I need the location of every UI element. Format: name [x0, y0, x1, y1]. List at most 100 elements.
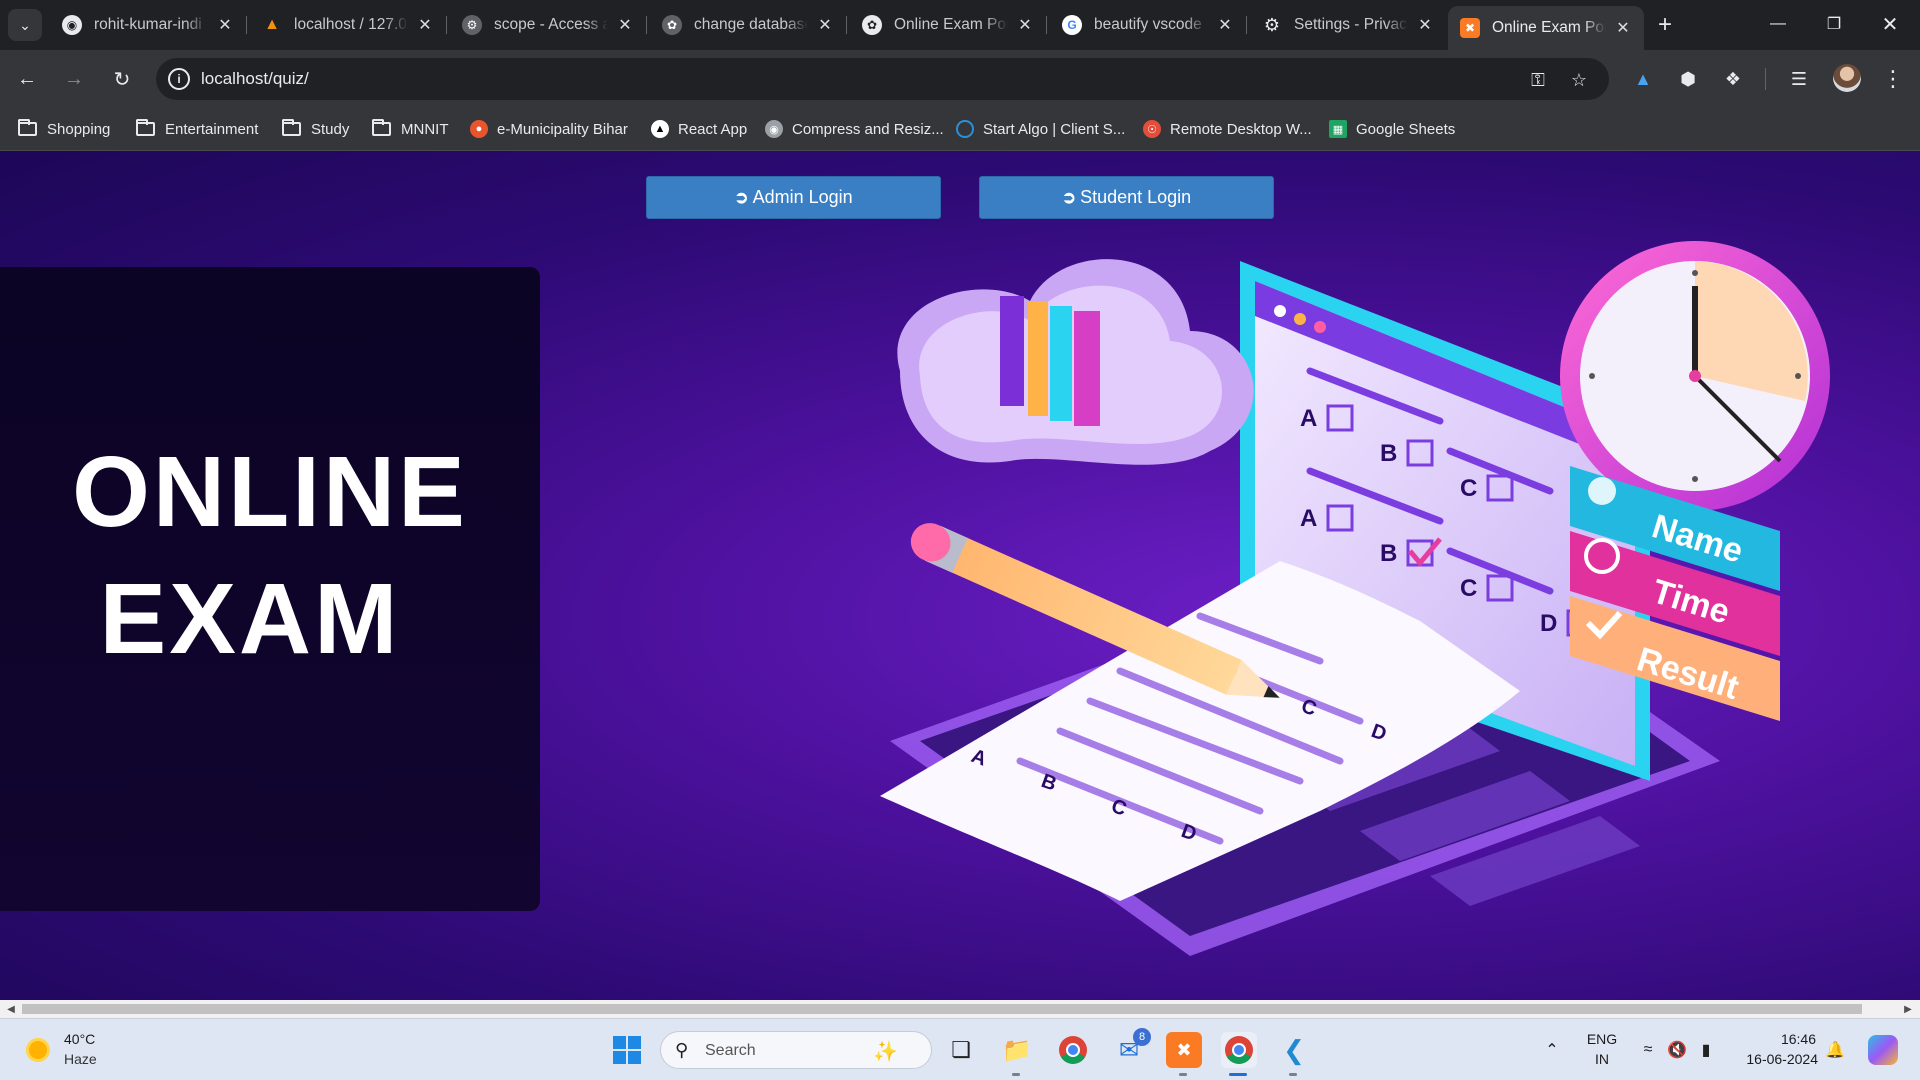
close-icon[interactable]: ✕	[1214, 14, 1236, 36]
site-info-icon[interactable]: i	[168, 68, 190, 90]
task-view-button[interactable]: ❏	[943, 1032, 979, 1068]
tab-settings-privacy[interactable]: ⚙ Settings - Privac ✕	[1250, 6, 1446, 44]
tab-online-exam-active[interactable]: ✖ Online Exam Por ✕	[1448, 6, 1644, 50]
forward-button[interactable]: →	[58, 63, 90, 95]
bookmark-google-sheets[interactable]: ▦ Google Sheets	[1329, 116, 1455, 142]
tab-strip: ⌄ ◉ rohit-kumar-indi ✕ ▲ localhost / 127…	[0, 0, 1920, 50]
reload-button[interactable]: ↻	[106, 63, 138, 95]
bookmark-remote-desktop[interactable]: ☉ Remote Desktop W...	[1143, 116, 1312, 142]
translate-extension-icon[interactable]: ▲	[1627, 63, 1659, 95]
tab-phpmyadmin[interactable]: ▲ localhost / 127.0 ✕	[250, 6, 447, 44]
show-hidden-icons-chevron-icon[interactable]: ⌃	[1541, 1039, 1563, 1061]
weather-temperature[interactable]: 40°C	[64, 1031, 95, 1047]
close-icon[interactable]: ✕	[1414, 14, 1436, 36]
bookmarks-bar: Shopping Entertainment Study MNNIT ● e-M…	[0, 108, 1920, 151]
svg-text:B: B	[1380, 540, 1397, 567]
folder-icon	[372, 119, 391, 136]
bookmark-study[interactable]: Study	[282, 116, 349, 142]
chrome-icon[interactable]	[1055, 1032, 1091, 1068]
new-tab-button[interactable]: +	[1650, 10, 1680, 40]
svg-text:A: A	[1300, 505, 1317, 532]
tab-scope[interactable]: ⚙ scope - Access a ✕	[450, 6, 647, 44]
scroll-right-arrow-icon[interactable]: ▶	[1900, 1002, 1916, 1016]
url-text[interactable]: localhost/quiz/	[201, 69, 309, 89]
stackoverflow-icon: ⚙	[462, 15, 482, 35]
language-indicator-line2[interactable]: IN	[1584, 1051, 1620, 1067]
password-key-icon[interactable]: ⚿	[1526, 68, 1550, 92]
media-control-icon[interactable]: ☰	[1783, 63, 1815, 95]
admin-login-button[interactable]: ➲ Admin Login	[646, 176, 941, 219]
menu-kebab-icon[interactable]: ⋮	[1877, 63, 1909, 95]
wifi-icon[interactable]: ≈	[1637, 1039, 1659, 1061]
bookmark-label: MNNIT	[401, 120, 449, 138]
tab-label: beautify vscode	[1094, 16, 1202, 33]
google-sheets-icon: ▦	[1329, 120, 1347, 138]
bookmark-entertainment[interactable]: Entertainment	[136, 116, 258, 142]
speaker-muted-icon[interactable]: 🔇	[1666, 1039, 1688, 1061]
hero-banner: ONLINE EXAM	[0, 267, 540, 911]
clock-date[interactable]: 16-06-2024	[1732, 1051, 1818, 1067]
extensions-puzzle-icon[interactable]: ❖	[1717, 63, 1749, 95]
tab-github[interactable]: ◉ rohit-kumar-indi ✕	[50, 6, 247, 44]
close-icon[interactable]: ✕	[414, 14, 436, 36]
scroll-left-arrow-icon[interactable]: ◀	[3, 1002, 19, 1016]
browser-toolbar: ← → ↻ i localhost/quiz/ ⚿ ☆ ▲ ⬢ ❖ ☰ ⋮	[0, 50, 1920, 108]
vscode-icon[interactable]: ❮	[1276, 1032, 1312, 1076]
notification-bell-icon[interactable]: 🔔	[1824, 1039, 1846, 1061]
tab-search-button[interactable]: ⌄	[8, 9, 42, 41]
restore-button[interactable]: ❐	[1806, 0, 1862, 48]
back-button[interactable]: ←	[11, 63, 43, 95]
xampp-icon: ✖	[1460, 18, 1480, 38]
bookmark-star-icon[interactable]: ☆	[1567, 68, 1591, 92]
mail-icon[interactable]: ✉ 8	[1111, 1028, 1151, 1068]
file-explorer-icon[interactable]: 📁	[999, 1032, 1035, 1076]
tab-change-database[interactable]: ✿ change database ✕	[650, 6, 847, 44]
scrollbar-thumb[interactable]	[22, 1004, 1862, 1014]
bookmark-shopping[interactable]: Shopping	[18, 116, 110, 142]
react-app-icon: ▲	[651, 120, 669, 138]
bookmark-label: Study	[311, 120, 350, 138]
bookmark-label: Start Algo | Client S...	[983, 120, 1126, 138]
battery-icon[interactable]: ▮	[1695, 1039, 1717, 1061]
close-icon[interactable]: ✕	[1612, 17, 1634, 39]
search-icon: ⚲	[675, 1040, 689, 1060]
window-close-button[interactable]: ✕	[1862, 0, 1918, 48]
svg-text:B: B	[1380, 440, 1397, 467]
bookmark-react-app[interactable]: ▲ React App	[651, 116, 747, 142]
language-indicator-line1[interactable]: ENG	[1584, 1031, 1620, 1047]
close-icon[interactable]: ✕	[214, 14, 236, 36]
close-icon[interactable]: ✕	[614, 14, 636, 36]
student-login-button[interactable]: ➲ Student Login	[979, 176, 1274, 219]
tab-label: Settings - Privac	[1294, 16, 1407, 33]
cube-extension-icon[interactable]: ⬢	[1672, 63, 1704, 95]
bookmark-label: Entertainment	[165, 120, 259, 138]
bookmark-label: Remote Desktop W...	[1170, 120, 1312, 138]
bookmark-compress[interactable]: ◉ Compress and Resiz...	[765, 116, 944, 142]
chrome-profile-taskbar-icon[interactable]	[1221, 1032, 1257, 1076]
github-icon: ◉	[62, 15, 82, 35]
xampp-taskbar-icon[interactable]: ✖	[1166, 1032, 1202, 1076]
horizontal-scrollbar[interactable]: ◀ ▶	[0, 1000, 1920, 1018]
bookmark-e-municipality[interactable]: ● e-Municipality Bihar	[470, 116, 628, 142]
copilot-icon[interactable]	[1868, 1035, 1898, 1065]
clock-time[interactable]: 16:46	[1736, 1031, 1816, 1047]
close-icon[interactable]: ✕	[814, 14, 836, 36]
tab-online-exam-chat[interactable]: ✿ Online Exam Por ✕	[850, 6, 1047, 44]
start-button[interactable]	[609, 1032, 645, 1068]
weather-haze-icon[interactable]	[24, 1036, 52, 1064]
folder-icon	[18, 119, 37, 136]
tab-beautify-vscode[interactable]: G beautify vscode ✕	[1050, 6, 1247, 44]
bookmark-mnnit[interactable]: MNNIT	[372, 116, 449, 142]
address-bar[interactable]: i localhost/quiz/ ⚿ ☆	[156, 58, 1609, 100]
admin-login-label: Admin Login	[752, 187, 853, 207]
bookmark-label: Shopping	[47, 120, 111, 138]
profile-avatar[interactable]	[1833, 64, 1861, 92]
bookmark-start-algo[interactable]: Start Algo | Client S...	[956, 116, 1125, 142]
weather-description[interactable]: Haze	[64, 1051, 97, 1067]
chatgpt-icon: ✿	[662, 15, 682, 35]
bookmark-label: e-Municipality Bihar	[497, 120, 628, 138]
minimize-button[interactable]: —	[1750, 0, 1806, 48]
close-icon[interactable]: ✕	[1014, 14, 1036, 36]
taskbar-search[interactable]: ⚲ Search ✨	[660, 1031, 932, 1069]
startalgo-icon	[956, 120, 974, 138]
